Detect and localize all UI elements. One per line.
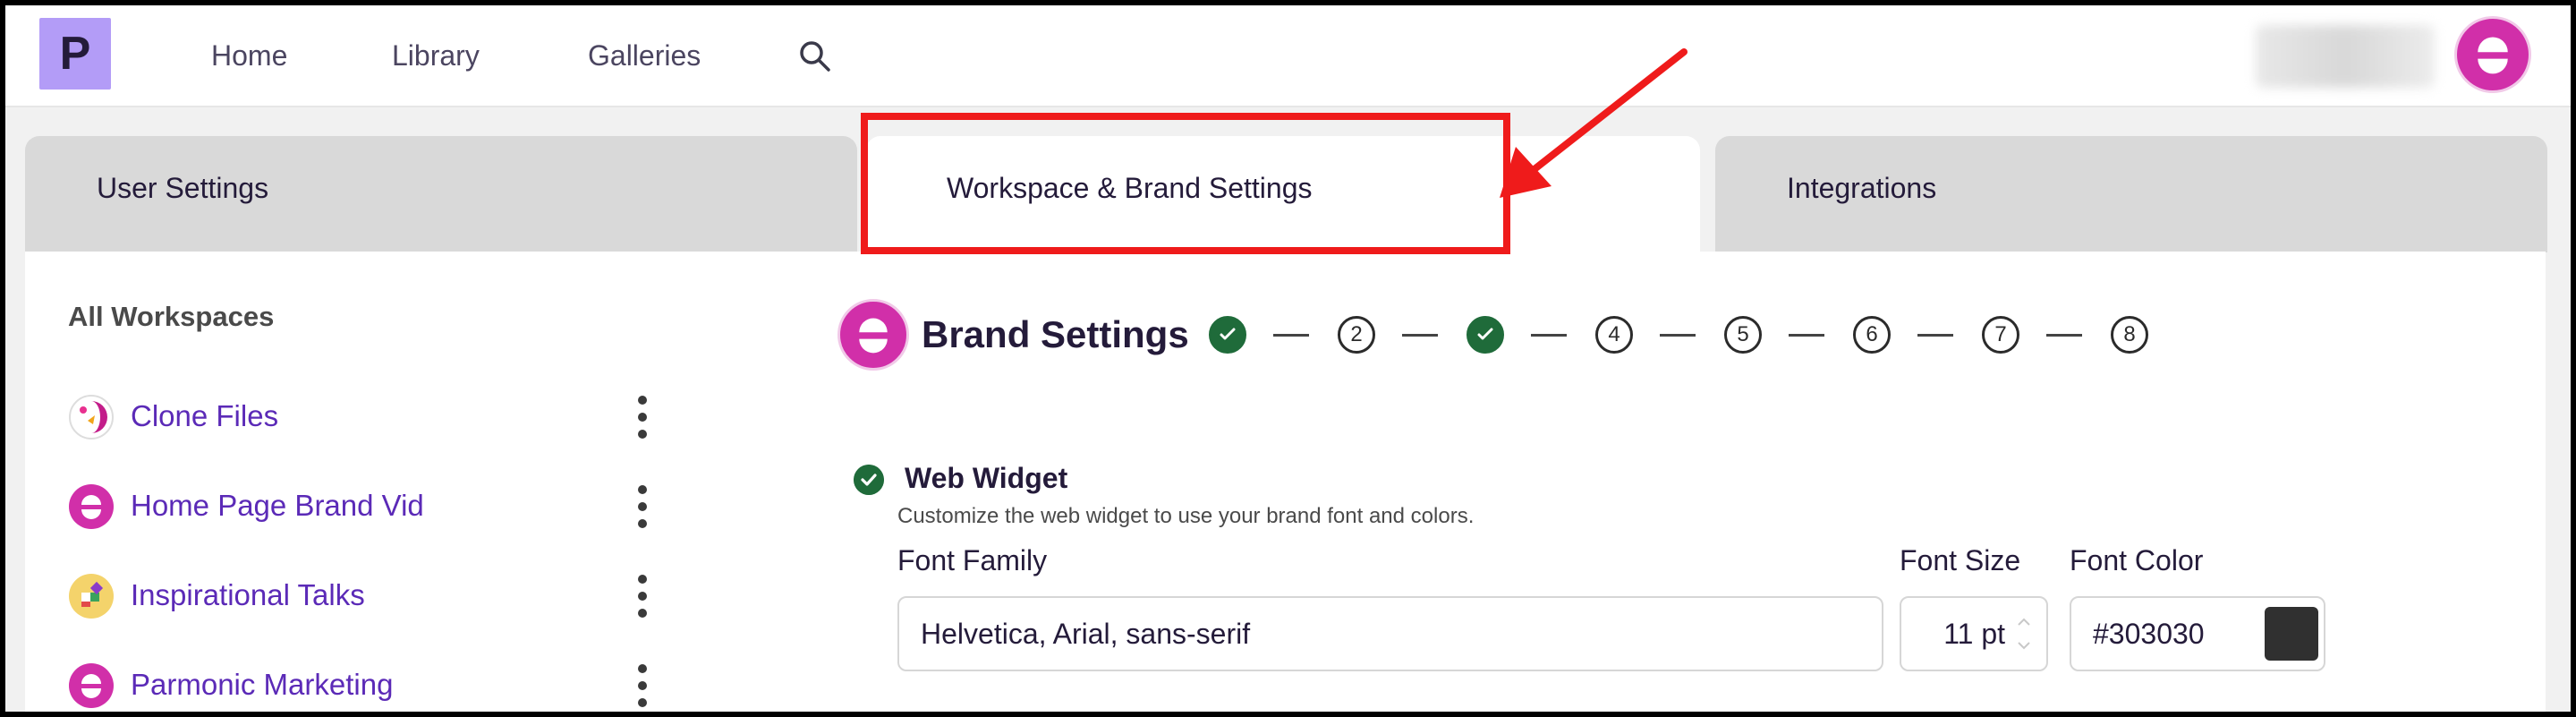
step-5[interactable]: 5: [1724, 316, 1762, 354]
search-icon[interactable]: [796, 38, 832, 73]
tab-integrations[interactable]: Integrations: [1715, 136, 2547, 252]
step-3[interactable]: [1467, 316, 1504, 354]
web-widget-description: Customize the web widget to use your bra…: [897, 504, 1475, 528]
brand-e-icon: [2478, 37, 2508, 74]
step-connector: [1531, 334, 1567, 337]
step-4[interactable]: 4: [1595, 316, 1633, 354]
nav-home-link[interactable]: Home: [211, 39, 287, 73]
tab-user-settings-label: User Settings: [97, 172, 269, 204]
tab-integrations-label: Integrations: [1787, 172, 1937, 204]
sidebar-title: All Workspaces: [68, 301, 275, 332]
step-1[interactable]: [1209, 316, 1246, 354]
workspace-item-home-page-brand-vid[interactable]: Home Page Brand Vid: [68, 480, 676, 533]
tab-user-settings[interactable]: User Settings: [25, 136, 857, 252]
checkmark-icon: [1220, 328, 1236, 340]
web-widget-title: Web Widget: [905, 462, 1068, 494]
app-window: P Home Library Galleries User Settings W…: [5, 5, 2571, 712]
brand-e-icon: [859, 318, 888, 354]
workspace-label: Home Page Brand Vid: [131, 489, 424, 522]
workspace-parmonic-marketing-icon: [69, 663, 114, 708]
app-logo[interactable]: P: [39, 18, 111, 90]
highlight-box: [861, 113, 1510, 254]
step-2[interactable]: 2: [1338, 316, 1375, 354]
step-connector: [1273, 334, 1309, 337]
step-connector: [1789, 334, 1824, 337]
font-family-input[interactable]: [897, 596, 1883, 671]
workspace-item-inspirational-talks[interactable]: Inspirational Talks: [68, 569, 676, 623]
brand-avatar: [837, 299, 909, 371]
step-connector: [1917, 334, 1953, 337]
font-size-label: Font Size: [1900, 544, 2021, 576]
check-circle-icon: [854, 465, 884, 495]
red-arrow-icon: [1500, 48, 1688, 198]
user-name-blurred: [2256, 25, 2435, 88]
step-connector: [2046, 334, 2082, 337]
step-connector: [1402, 334, 1438, 337]
font-color-swatch[interactable]: [2265, 607, 2318, 661]
kebab-menu-icon[interactable]: [633, 659, 651, 712]
workspace-label: Clone Files: [131, 399, 279, 432]
nav-library-link[interactable]: Library: [392, 39, 480, 73]
workspace-label: Inspirational Talks: [131, 578, 365, 611]
brand-settings-title: Brand Settings: [922, 313, 1189, 355]
workspace-item-parmonic-marketing[interactable]: Parmonic Marketing: [68, 659, 676, 712]
step-connector: [1660, 334, 1696, 337]
top-navbar: P Home Library Galleries: [5, 5, 2571, 107]
step-8[interactable]: 8: [2111, 316, 2148, 354]
workspace-item-clone-files[interactable]: Clone Files: [68, 390, 676, 444]
user-avatar[interactable]: [2454, 16, 2531, 93]
nav-galleries-link[interactable]: Galleries: [588, 39, 701, 73]
font-family-label: Font Family: [897, 544, 1048, 576]
step-7[interactable]: 7: [1982, 316, 2019, 354]
step-6[interactable]: 6: [1853, 316, 1891, 354]
kebab-menu-icon[interactable]: [633, 390, 651, 444]
workspace-label: Parmonic Marketing: [131, 668, 394, 701]
checkmark-icon: [1477, 328, 1493, 340]
kebab-menu-icon[interactable]: [633, 480, 651, 533]
workspace-home-page-brand-vid-icon: [69, 484, 114, 529]
kebab-menu-icon[interactable]: [633, 569, 651, 623]
font-color-label: Font Color: [2070, 544, 2204, 576]
workspace-inspirational-talks-icon: [69, 574, 114, 619]
workspace-clone-files-icon: [69, 395, 114, 440]
stepper-arrows-icon[interactable]: [2014, 607, 2034, 661]
